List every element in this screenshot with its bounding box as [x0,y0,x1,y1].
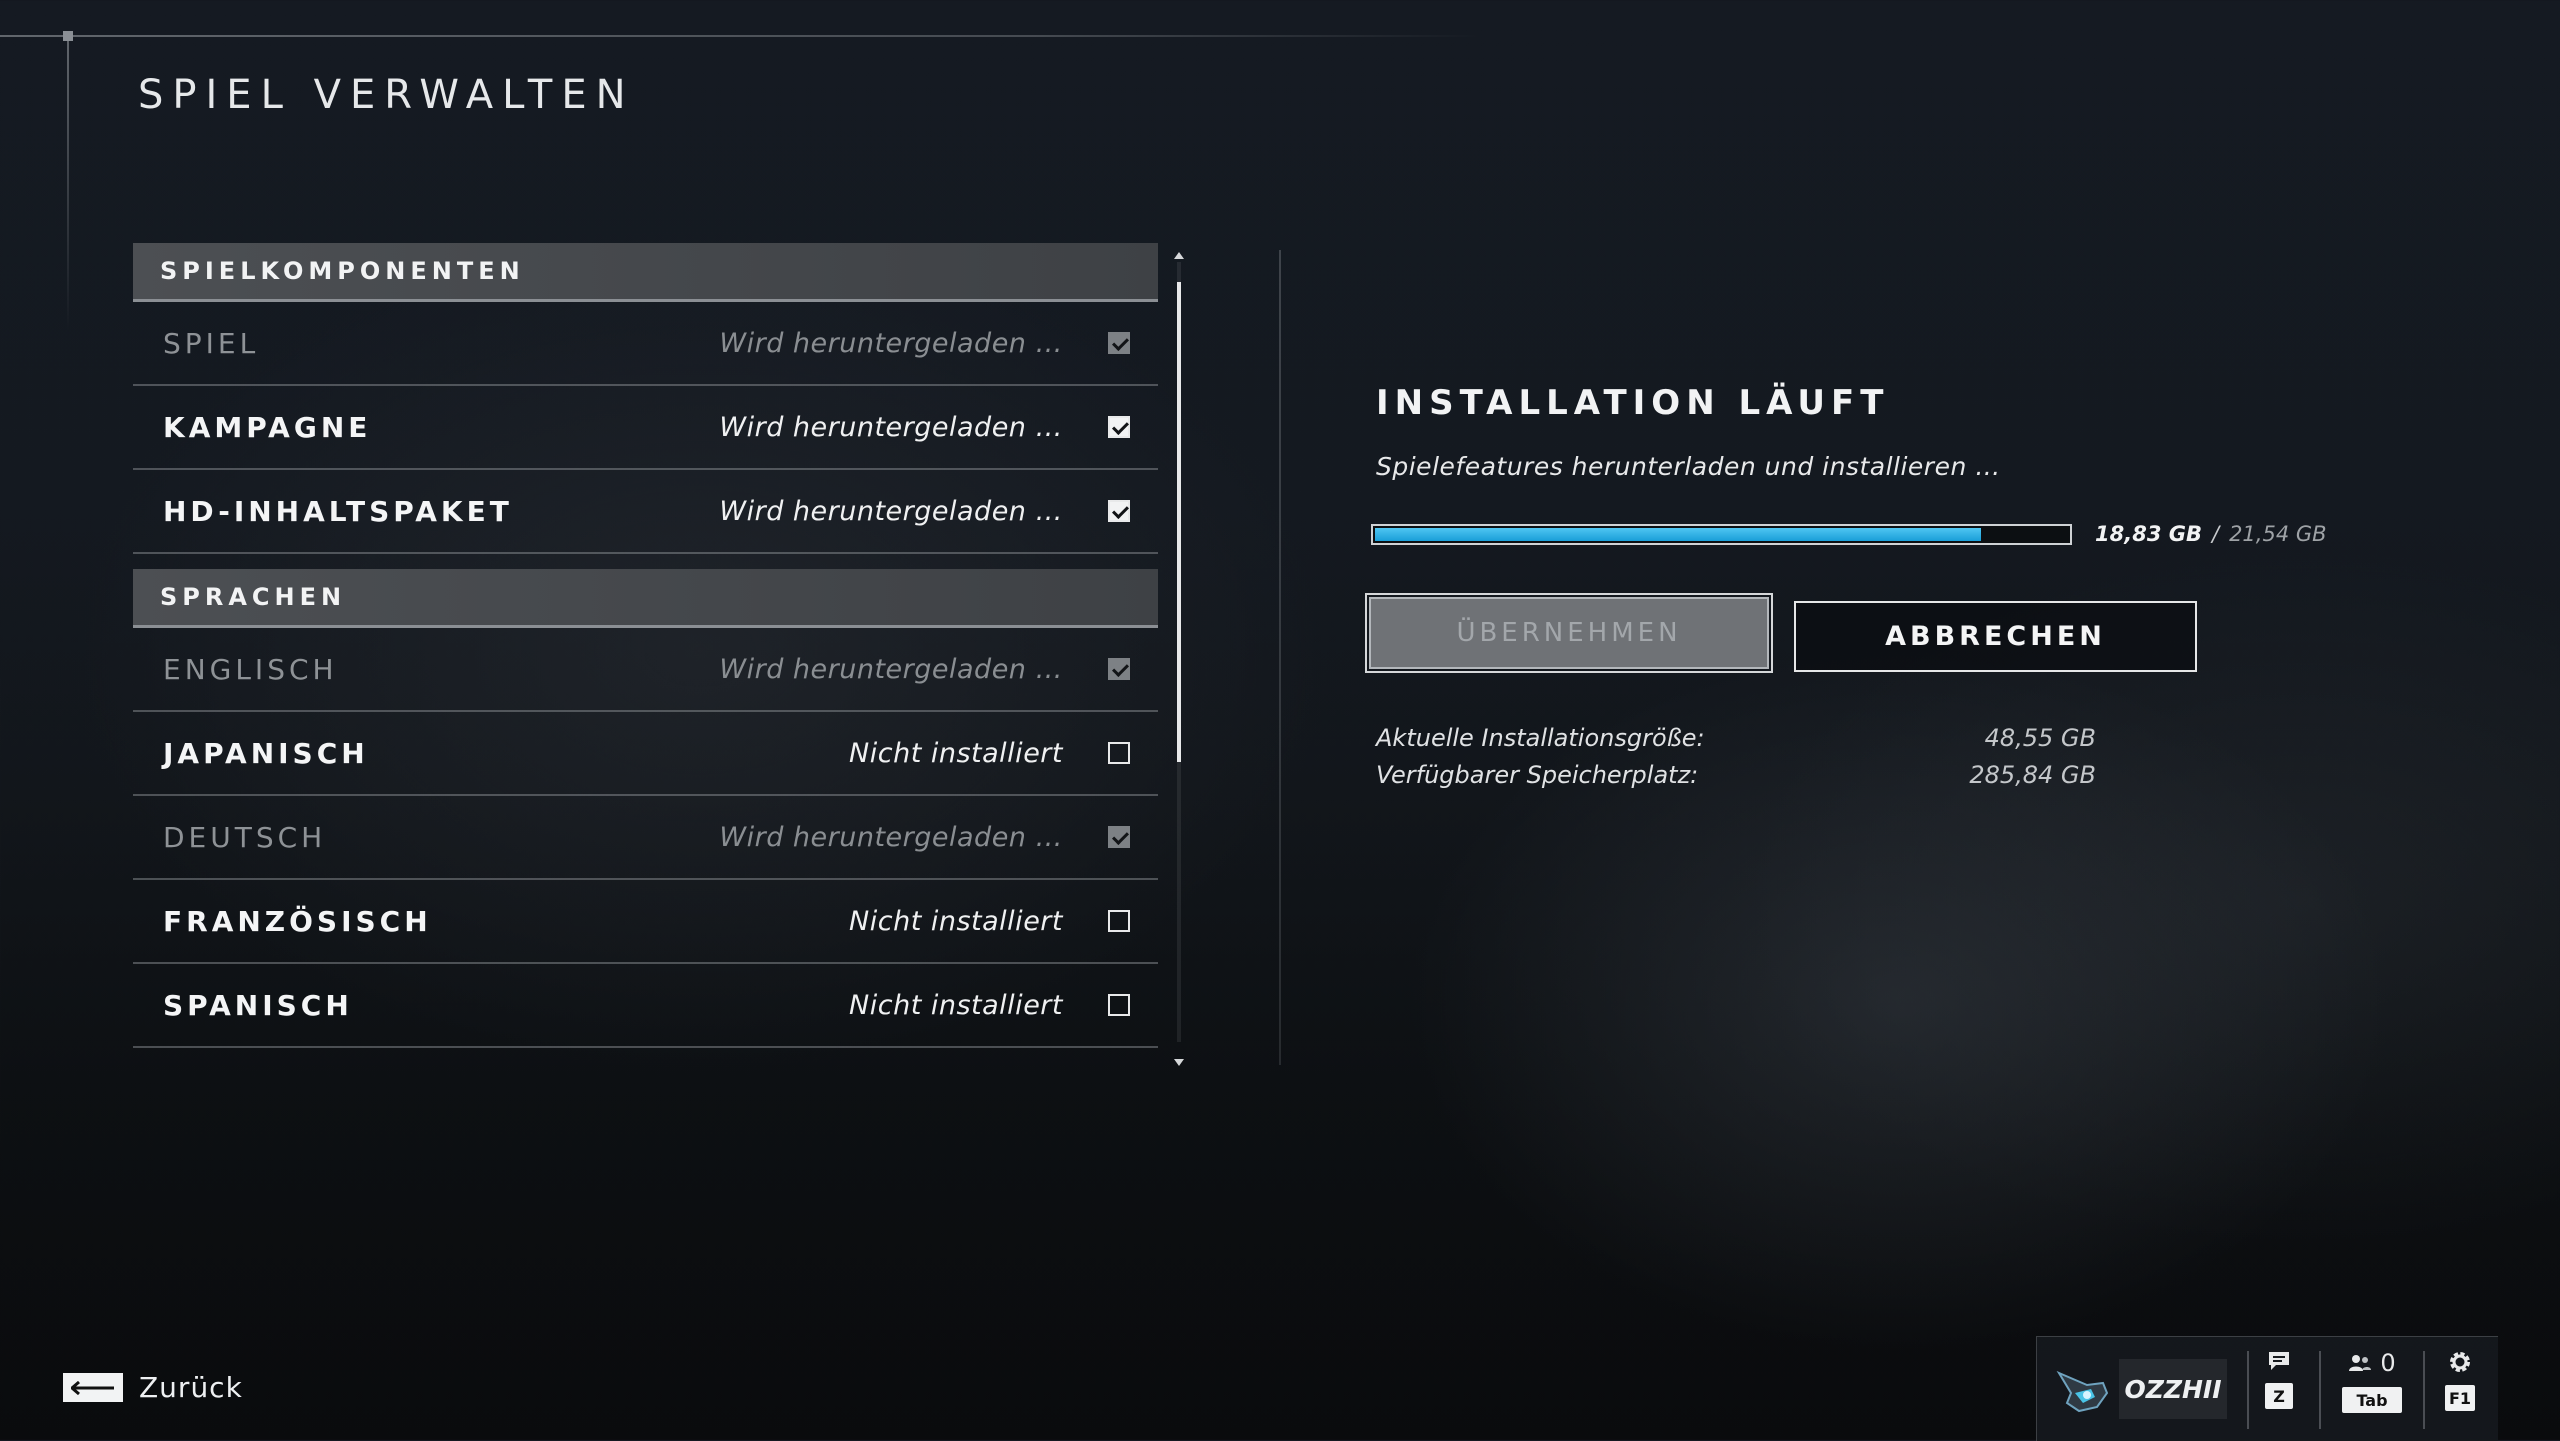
checkbox-checked-icon[interactable] [1108,500,1130,522]
progress-label: 18,83 GB / 21,54 GB [2095,522,2327,546]
friends-count: 0 [2380,1349,2396,1377]
gear-icon [2450,1352,2470,1372]
back-button[interactable]: Zurück [63,1371,243,1404]
component-name: HD-INHALTSPAKET [163,494,513,528]
frame-left-line [67,35,69,330]
install-title: INSTALLATION LÄUFT [1376,383,1890,423]
checkbox-empty-icon[interactable] [1108,742,1130,764]
checkbox-checked-icon [1108,658,1130,680]
scroll-down-arrow-icon[interactable] [1174,1059,1184,1066]
install-progress-bar [1371,524,2072,545]
frame-top-line [0,35,1480,37]
checkbox-checked-icon [1108,332,1130,354]
current-install-size-value: 48,55 GB [1984,724,2096,752]
free-space-label: Verfügbarer Speicherplatz: [1376,761,1699,789]
component-row: SPIEL Wird heruntergeladen … [133,302,1158,386]
component-name: DEUTSCH [163,820,327,854]
section-header: SPRACHEN [133,569,1158,628]
chat-key: Z [2265,1383,2293,1409]
current-install-size-label: Aktuelle Installationsgröße: [1376,724,1705,752]
dock-separator [2319,1351,2321,1429]
component-name: SPANISCH [163,988,353,1022]
component-row[interactable]: KAMPAGNE Wird heruntergeladen … [133,386,1158,470]
list-scrollbar[interactable] [1174,252,1184,1066]
component-list: SPIELKOMPONENTEN SPIEL Wird heruntergelade… [133,243,1158,1048]
section-header: SPIELKOMPONENTEN [133,243,1158,302]
component-row[interactable]: SPANISCH Nicht installiert [133,964,1158,1048]
current-install-size: Aktuelle Installationsgröße: 48,55 GB [1376,724,2096,752]
scroll-thumb[interactable] [1177,282,1181,762]
scroll-up-arrow-icon[interactable] [1174,252,1184,259]
component-status: Nicht installiert [849,737,1063,769]
checkbox-empty-icon[interactable] [1108,910,1130,932]
frame-corner-knot [63,31,73,41]
chat-button[interactable]: Z [2265,1349,2293,1409]
component-status: Wird heruntergeladen … [719,411,1063,443]
friends-button[interactable]: 0 Tab [2342,1349,2402,1413]
player-dock: OZZHII Z 0 Tab F1 [2036,1336,2498,1441]
page-title: SPIEL VERWALTEN [138,72,635,118]
component-row[interactable]: HD-INHALTSPAKET Wird heruntergeladen … [133,470,1158,554]
checkbox-empty-icon[interactable] [1108,994,1130,1016]
component-row[interactable]: JAPANISCH Nicht installiert [133,712,1158,796]
apply-button[interactable]: ÜBERNEHMEN [1365,593,1773,673]
chat-icon [2269,1352,2289,1370]
component-name: KAMPAGNE [163,410,372,444]
cancel-button[interactable]: ABBRECHEN [1794,601,2197,672]
component-row[interactable]: FRANZÖSISCH Nicht installiert [133,880,1158,964]
component-status: Wird heruntergeladen … [719,327,1063,359]
checkbox-checked-icon [1108,826,1130,848]
checkbox-checked-icon[interactable] [1108,416,1130,438]
component-row: DEUTSCH Wird heruntergeladen … [133,796,1158,880]
component-status: Wird heruntergeladen … [719,821,1063,853]
component-status: Wird heruntergeladen … [719,495,1063,527]
settings-key: F1 [2445,1385,2475,1411]
install-progress-fill [1375,528,1981,541]
progress-total: 21,54 GB [2229,522,2327,546]
component-status: Wird heruntergeladen … [719,653,1063,685]
component-row: ENGLISCH Wird heruntergeladen … [133,628,1158,712]
component-name: FRANZÖSISCH [163,904,432,938]
player-emblem-icon[interactable] [2053,1363,2111,1421]
component-name: JAPANISCH [163,736,369,770]
dock-separator [2247,1351,2249,1429]
gamertag[interactable]: OZZHII [2119,1359,2227,1419]
back-arrow-icon [63,1373,123,1402]
free-space-value: 285,84 GB [1969,761,2096,789]
progress-separator: / [2211,522,2220,546]
dock-separator [2423,1351,2425,1429]
back-label: Zurück [139,1371,243,1404]
friends-icon [2349,1355,2372,1371]
panel-divider [1279,250,1281,1065]
settings-button[interactable]: F1 [2445,1349,2475,1411]
component-status: Nicht installiert [849,905,1063,937]
scroll-track[interactable] [1177,262,1181,1042]
component-name: SPIEL [163,326,260,360]
progress-current: 18,83 GB [2095,522,2202,546]
install-subtitle: Spielefeatures herunterladen und install… [1376,452,2001,481]
free-space: Verfügbarer Speicherplatz: 285,84 GB [1376,761,2096,789]
friends-key: Tab [2342,1387,2402,1413]
component-name: ENGLISCH [163,652,338,686]
component-status: Nicht installiert [849,989,1063,1021]
